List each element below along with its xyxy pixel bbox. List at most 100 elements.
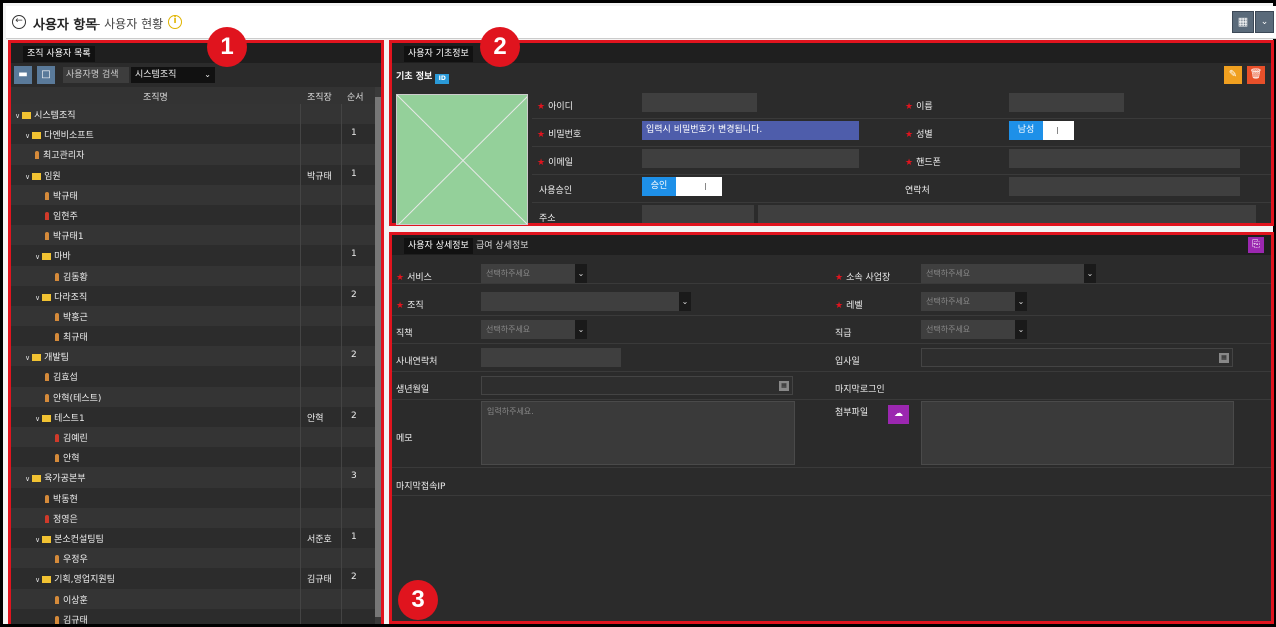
approve-toggle[interactable]: 승인 — [642, 177, 722, 196]
tree-node[interactable]: ∨ 다엔비소프트 — [25, 128, 94, 141]
name-input[interactable] — [1009, 93, 1124, 112]
zipcode-input[interactable] — [642, 205, 754, 223]
email-input[interactable] — [642, 149, 859, 168]
tree-row[interactable]: 박홍근 — [11, 305, 375, 327]
tab-user-detail[interactable]: 사용자 상세정보 — [404, 238, 473, 254]
calendar-icon[interactable]: ▦ — [779, 381, 789, 391]
tree-row[interactable]: 박규태 — [11, 184, 375, 205]
tree-row[interactable]: 김효섭 — [11, 366, 375, 387]
open-folder-button[interactable]: ▬ — [14, 66, 32, 84]
tree-scrollbar[interactable] — [375, 87, 381, 624]
tree-node[interactable]: 김동황 — [55, 270, 88, 283]
tree-node[interactable]: 최규태 — [55, 330, 88, 343]
tree-node[interactable]: 우정우 — [55, 552, 88, 565]
memo-textarea[interactable]: 입력하주세요. — [481, 401, 795, 465]
address-input[interactable] — [758, 205, 1256, 223]
tree-node[interactable]: ∨ 시스템조직 — [15, 108, 76, 121]
chevron-down-icon[interactable]: ∨ — [35, 415, 40, 423]
tree-node[interactable]: 박규태1 — [45, 229, 84, 242]
tree-node[interactable]: 박동현 — [45, 492, 78, 505]
rank-select[interactable]: 선택하주세요 ⌄ — [921, 320, 1027, 339]
tree-node[interactable]: ∨ 기획,영업지원팀 — [35, 572, 115, 585]
org-detail-select[interactable]: ⌄ — [481, 292, 691, 311]
tree-row[interactable]: 박동현 — [11, 487, 375, 508]
tree-row[interactable]: ∨ 기획,영업지원팀 김규태 2 — [11, 568, 375, 589]
tree-row[interactable]: ∨ 시스템조직 — [11, 104, 375, 125]
tree-node[interactable]: ∨ 다라조직 — [35, 290, 87, 303]
chevron-down-icon[interactable]: ∨ — [35, 536, 40, 544]
tree-row[interactable]: ∨ 테스트1 안혁 2 — [11, 406, 375, 427]
chevron-down-icon[interactable]: ∨ — [15, 112, 20, 120]
tree-node[interactable]: 박규태 — [45, 189, 78, 202]
delete-button[interactable]: 🗑 — [1247, 66, 1265, 84]
level-select[interactable]: 선택하주세요 ⌄ — [921, 292, 1027, 311]
user-photo-placeholder[interactable] — [396, 94, 528, 225]
service-select[interactable]: 선택하주세요 ⌄ — [481, 264, 587, 283]
tree-row[interactable]: 임현주 — [11, 204, 375, 226]
attachment-box[interactable] — [921, 401, 1234, 465]
contact-input[interactable] — [1009, 177, 1240, 196]
calendar-icon[interactable]: ▦ — [1219, 353, 1229, 363]
tree-row[interactable]: ∨ 다엔비소프트 1 — [11, 124, 375, 145]
tree-node[interactable]: ∨ 육가공본부 — [25, 471, 86, 484]
tree-node[interactable]: 김예린 — [55, 431, 88, 444]
edit-button[interactable]: ✎ — [1224, 66, 1242, 84]
tab-salary-detail[interactable]: 급여 상세정보 — [472, 238, 533, 254]
gender-toggle[interactable]: 남성 — [1009, 121, 1074, 140]
tree-row[interactable]: 김규태 — [11, 608, 375, 624]
tree-row[interactable]: 이상훈 — [11, 588, 375, 609]
tree-row[interactable]: 정영은 — [11, 507, 375, 528]
chevron-down-icon[interactable]: ∨ — [25, 132, 30, 140]
tree-node[interactable]: 정영은 — [45, 512, 78, 525]
tab-org-user-list[interactable]: 조직 사용자 목록 — [23, 46, 95, 62]
tree-row[interactable]: 우정우 — [11, 548, 375, 569]
scrollbar-thumb[interactable] — [375, 97, 381, 617]
join-date-input[interactable]: ▦ — [921, 348, 1233, 367]
workplace-select[interactable]: 선택하주세요 ⌄ — [921, 264, 1096, 283]
tree-row[interactable]: ∨ 개발팀 2 — [11, 346, 375, 367]
user-search-input[interactable]: 사용자명 검색 — [63, 67, 129, 83]
tree-node[interactable]: 안혁(테스트) — [45, 391, 101, 404]
tree-row[interactable]: 안혁 — [11, 447, 375, 468]
tree-node[interactable]: ∨ 본소컨설팅팀 — [35, 532, 104, 545]
chevron-down-icon[interactable]: ∨ — [25, 354, 30, 362]
tree-row[interactable]: 김동황 — [11, 265, 375, 286]
folder-button[interactable]: □ — [37, 66, 55, 84]
id-input[interactable] — [642, 93, 757, 112]
chevron-down-icon[interactable]: ∨ — [35, 576, 40, 584]
tree-row[interactable]: 김예린 — [11, 427, 375, 448]
duty-select[interactable]: 선택하주세요 ⌄ — [481, 320, 587, 339]
tree-node[interactable]: 최고관리자 — [35, 148, 84, 161]
tree-node[interactable]: 박홍근 — [55, 310, 88, 323]
tree-row[interactable]: 안혁(테스트) — [11, 386, 375, 407]
tree-row[interactable]: 박규태1 — [11, 225, 375, 246]
tree-row[interactable]: ∨ 육가공본부 3 — [11, 467, 375, 488]
tree-node[interactable]: 임현주 — [45, 209, 78, 222]
office-phone-input[interactable] — [481, 348, 621, 367]
back-icon[interactable]: ← — [12, 15, 26, 29]
mobile-input[interactable] — [1009, 149, 1240, 168]
password-input[interactable]: 입력시 비밀번호가 변경됩니다. — [642, 121, 859, 140]
tree-node[interactable]: 김규태 — [55, 613, 88, 624]
tree-node[interactable]: 김효섭 — [45, 370, 78, 383]
birth-date-input[interactable]: ▦ — [481, 376, 793, 395]
chevron-down-icon[interactable]: ∨ — [35, 294, 40, 302]
tree-row[interactable]: ∨ 임원 박규태 1 — [11, 164, 375, 185]
chevron-down-icon[interactable]: ∨ — [35, 253, 40, 261]
tree-row[interactable]: ∨ 다라조직 2 — [11, 285, 375, 306]
chevron-down-icon[interactable]: ∨ — [25, 173, 30, 181]
chevron-down-icon[interactable]: ∨ — [25, 475, 30, 483]
tree-row[interactable]: 최고관리자 — [11, 144, 375, 165]
tree-node[interactable]: ∨ 마바 — [35, 249, 71, 262]
tree-node[interactable]: ∨ 테스트1 — [35, 411, 85, 424]
info-icon[interactable]: i — [168, 15, 182, 29]
tree-node[interactable]: 이상훈 — [55, 593, 88, 606]
tree-node[interactable]: ∨ 개발팀 — [25, 350, 69, 363]
tree-node[interactable]: ∨ 임원 — [25, 169, 61, 182]
tree-row[interactable]: 최규태 — [11, 326, 375, 347]
grid-view-button[interactable]: ▦ — [1232, 11, 1254, 33]
view-dropdown-button[interactable]: ⌄ — [1255, 11, 1274, 33]
export-button[interactable]: ⎘ — [1248, 237, 1264, 253]
tree-node[interactable]: 안혁 — [55, 451, 80, 464]
tree-row[interactable]: ∨ 마바 1 — [11, 245, 375, 266]
